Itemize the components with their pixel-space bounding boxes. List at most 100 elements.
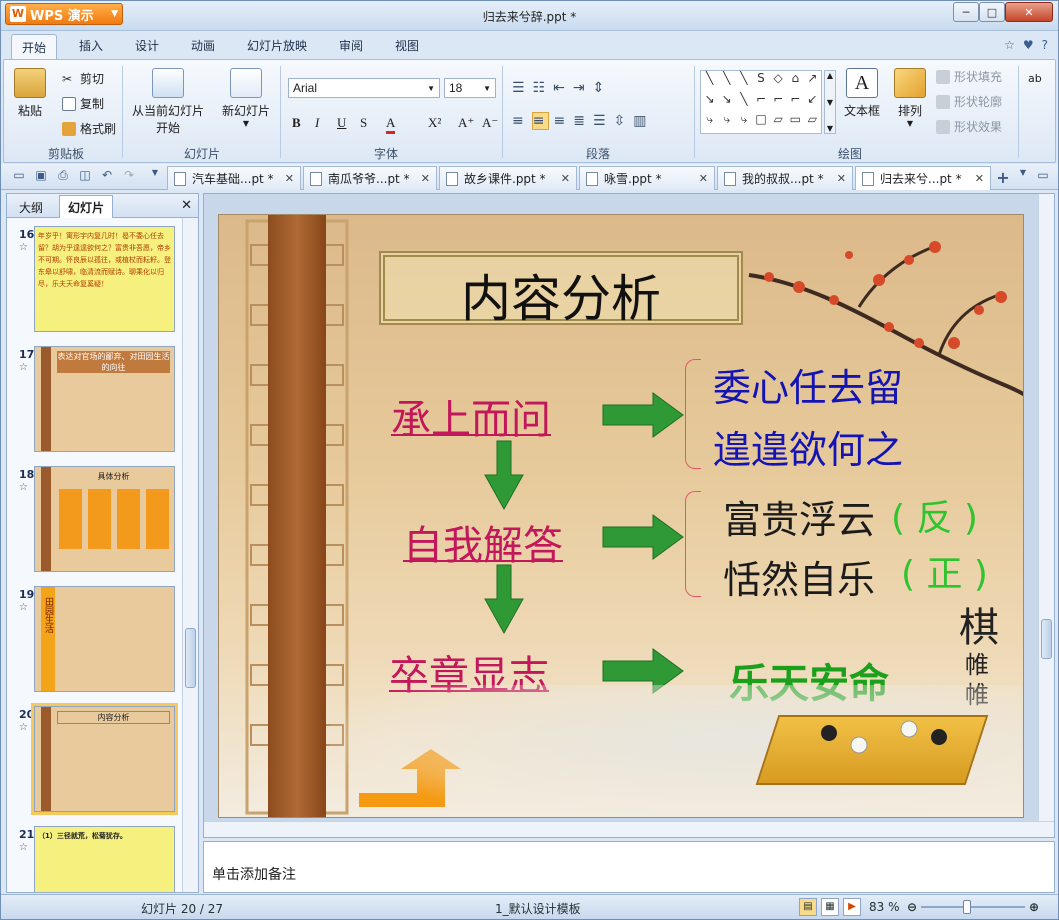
print-preview-icon[interactable]: ◫ bbox=[77, 168, 93, 184]
shape-curve-icon[interactable]: S bbox=[752, 71, 769, 92]
more-ribbon-button[interactable]: ab bbox=[1028, 72, 1042, 85]
shape-rectangle-icon[interactable]: □ bbox=[752, 112, 769, 133]
shape-curved-connector-icon[interactable]: ⤷ bbox=[701, 112, 718, 133]
justify-icon[interactable]: ≣ bbox=[573, 113, 589, 129]
font-size-combo[interactable]: 18 ▼ bbox=[444, 78, 496, 98]
grow-font-button[interactable]: A⁺ bbox=[458, 115, 474, 131]
skin-icon[interactable]: ♥ bbox=[1023, 38, 1034, 52]
paste-button[interactable]: 粘贴 bbox=[14, 68, 46, 119]
bullet-list-icon[interactable]: ☰ bbox=[512, 80, 529, 96]
tab-slideshow[interactable]: 幻灯片放映 bbox=[247, 37, 307, 54]
shape-trapezoid-icon[interactable]: ▱ bbox=[804, 112, 821, 133]
close-tab-icon[interactable]: ✕ bbox=[421, 172, 430, 185]
thumbnail-scrollbar[interactable] bbox=[182, 218, 198, 892]
tab-insert[interactable]: 插入 bbox=[79, 37, 103, 54]
doc-tab[interactable]: 南瓜爷爷...pt * ✕ bbox=[303, 166, 437, 190]
shape-double-arrow-icon[interactable]: ╲ bbox=[735, 71, 752, 92]
shape-curved-connector-icon[interactable]: ⤷ bbox=[735, 112, 752, 133]
shape-effect-button[interactable]: 形状效果 bbox=[936, 118, 1002, 135]
shape-connector-icon[interactable]: ╲ bbox=[735, 92, 752, 113]
align-buttons[interactable]: ≡ ≡ ≡ ≣ ☰ ⇳ ▥ bbox=[512, 112, 650, 130]
tab-animation[interactable]: 动画 bbox=[191, 37, 215, 54]
chevron-down-icon[interactable]: ▼ bbox=[827, 98, 833, 107]
copy-button[interactable]: 复制 bbox=[62, 95, 104, 112]
zoom-slider-handle[interactable] bbox=[963, 900, 971, 914]
notes-pane[interactable]: 单击添加备注 bbox=[203, 841, 1055, 893]
right-top-line-1[interactable]: 委心任去留 bbox=[713, 357, 903, 412]
slide-sorter-icon[interactable]: ▦ bbox=[821, 898, 839, 916]
strikethrough-button[interactable]: S bbox=[360, 115, 367, 131]
scroll-thumb[interactable] bbox=[1041, 619, 1052, 659]
shape-line-icon[interactable]: ╲ bbox=[701, 71, 718, 92]
align-center-icon[interactable]: ≡ bbox=[531, 112, 550, 130]
shape-scribble-icon[interactable]: ⌂ bbox=[787, 71, 804, 92]
open-folder-icon[interactable]: ▭ bbox=[11, 168, 27, 184]
zoom-in-icon[interactable]: ⊕ bbox=[1029, 900, 1039, 914]
editor-vertical-scrollbar[interactable] bbox=[1038, 194, 1054, 822]
list-buttons[interactable]: ☰ ☷ ⇤ ⇥ ⇕ bbox=[512, 80, 608, 96]
doc-tab[interactable]: 故乡课件.ppt * ✕ bbox=[439, 166, 577, 190]
font-color-button[interactable]: A bbox=[386, 115, 396, 134]
shape-curved-connector-icon[interactable]: ⤷ bbox=[718, 112, 735, 133]
chevron-up-icon[interactable]: ▲ bbox=[827, 71, 833, 80]
underline-button[interactable]: U bbox=[337, 115, 346, 131]
save-icon[interactable]: ▣ bbox=[33, 168, 49, 184]
minimize-button[interactable]: ─ bbox=[953, 2, 979, 22]
close-tab-icon[interactable]: ✕ bbox=[285, 172, 294, 185]
doc-tab[interactable]: 咏雪.ppt * ✕ bbox=[579, 166, 715, 190]
shape-arrow-icon[interactable]: ╲ bbox=[718, 71, 735, 92]
editor-horizontal-scrollbar[interactable] bbox=[204, 821, 1054, 837]
close-tab-icon[interactable]: ✕ bbox=[837, 172, 846, 185]
right-top-line-2[interactable]: 遑遑欲何之 bbox=[713, 419, 903, 474]
close-tab-icon[interactable]: ✕ bbox=[975, 172, 984, 185]
tab-home[interactable]: 开始 bbox=[11, 34, 58, 60]
align-right-icon[interactable]: ≡ bbox=[553, 113, 569, 129]
shape-gallery[interactable]: ╲ ╲ ╲ S ◇ ⌂ ↗ ↘ ↘ ╲ ⌐ ⌐ ⌐ ↙ ⤷ ⤷ ⤷ □ ▱ ▭ … bbox=[700, 70, 822, 134]
shape-outline-button[interactable]: 形状轮廓 bbox=[936, 93, 1002, 110]
tab-list-chevron-icon[interactable]: ▼ bbox=[1015, 168, 1031, 184]
italic-button[interactable]: I bbox=[315, 115, 319, 131]
tab-slides[interactable]: 幻灯片 bbox=[59, 195, 114, 219]
scroll-thumb[interactable] bbox=[185, 628, 196, 688]
superscript-button[interactable]: X² bbox=[428, 115, 441, 131]
shape-freeform-icon[interactable]: ◇ bbox=[770, 71, 787, 92]
slide-canvas[interactable]: 内容分析 承上而问 自我解答 卒章显志 委心任去留 遑遑欲何之 富贵浮云 (反… bbox=[218, 214, 1024, 818]
new-tab-plus-icon[interactable]: + bbox=[995, 168, 1011, 187]
right-mid-line-2[interactable]: 恬然自乐 bbox=[723, 549, 875, 604]
shape-elbow-connector-icon[interactable]: ⌐ bbox=[770, 92, 787, 113]
normal-view-icon[interactable]: ▤ bbox=[799, 898, 817, 916]
close-panel-icon[interactable]: ✕ bbox=[181, 198, 192, 213]
text-box-button[interactable]: A 文本框 bbox=[844, 68, 880, 119]
maximize-button[interactable]: □ bbox=[979, 2, 1005, 22]
shape-parallelogram-icon[interactable]: ▱ bbox=[770, 112, 787, 133]
expand-gallery-icon[interactable]: ▼ bbox=[827, 124, 833, 133]
cut-button[interactable]: ✂ 剪切 bbox=[62, 70, 104, 87]
redo-icon[interactable]: ↷ bbox=[121, 168, 137, 184]
shape-connector-icon[interactable]: ↘ bbox=[718, 92, 735, 113]
format-painter-button[interactable]: 格式刷 bbox=[62, 120, 116, 137]
print-icon[interactable]: ⎙ bbox=[55, 168, 71, 184]
tab-view[interactable]: 视图 bbox=[395, 37, 419, 54]
shape-elbow-icon[interactable]: ↗ bbox=[804, 71, 821, 92]
decrease-indent-icon[interactable]: ⇤ bbox=[553, 80, 569, 96]
font-name-combo[interactable]: Arial ▼ bbox=[288, 78, 440, 98]
shape-rounded-rect-icon[interactable]: ▭ bbox=[787, 112, 804, 133]
shape-curved-connector-icon[interactable]: ↙ bbox=[804, 92, 821, 113]
increase-indent-icon[interactable]: ⇥ bbox=[573, 80, 589, 96]
text-direction-icon[interactable]: ⇕ bbox=[593, 80, 609, 96]
doc-tab-active[interactable]: 归去来兮...pt * ✕ bbox=[855, 166, 991, 190]
zoom-out-icon[interactable]: ⊖ bbox=[907, 900, 917, 914]
undo-icon[interactable]: ↶ bbox=[99, 168, 115, 184]
paren-contrast[interactable]: ( 反 ) bbox=[891, 489, 978, 541]
close-tab-icon[interactable]: ✕ bbox=[699, 172, 708, 185]
close-tab-icon[interactable]: ✕ bbox=[561, 172, 570, 185]
zoom-slider[interactable] bbox=[921, 906, 1025, 908]
tab-design[interactable]: 设计 bbox=[135, 37, 159, 54]
shape-connector-icon[interactable]: ↘ bbox=[701, 92, 718, 113]
shape-fill-button[interactable]: 形状填充 bbox=[936, 68, 1002, 85]
help-icon[interactable]: ? bbox=[1042, 38, 1048, 52]
slideshow-icon[interactable]: ▶ bbox=[843, 898, 861, 916]
distributed-icon[interactable]: ☰ bbox=[593, 113, 610, 129]
tab-layout-icon[interactable]: ▭ bbox=[1035, 168, 1051, 184]
columns-icon[interactable]: ▥ bbox=[633, 113, 650, 129]
